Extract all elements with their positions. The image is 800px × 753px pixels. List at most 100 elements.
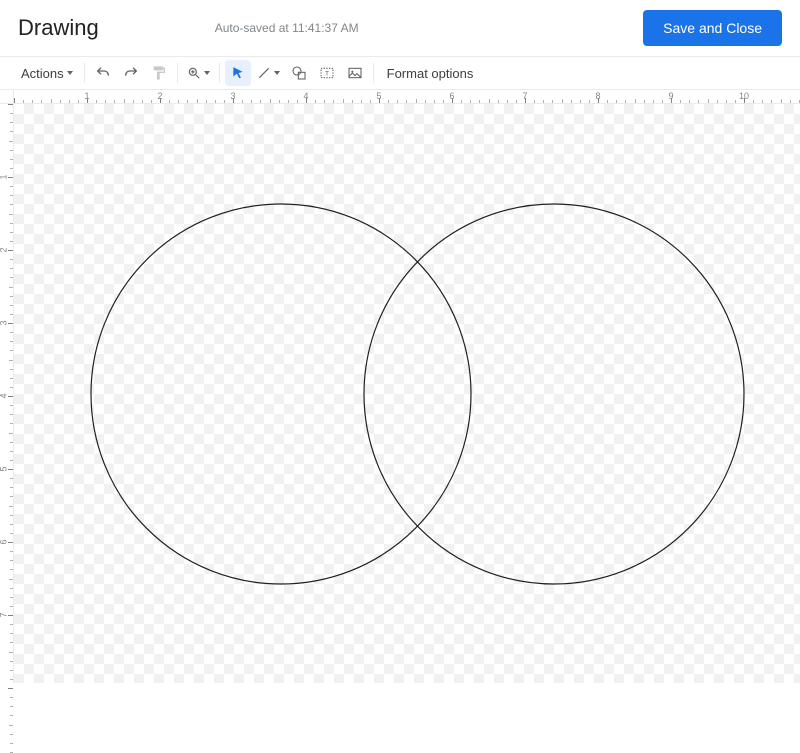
ruler-tick xyxy=(562,99,563,103)
ruler-tick xyxy=(10,551,13,552)
ruler-tick xyxy=(9,652,13,653)
ruler-tick xyxy=(708,99,709,103)
ruler-tick xyxy=(315,100,316,103)
ruler-tick xyxy=(10,661,13,662)
circle-shape-2[interactable] xyxy=(364,204,744,584)
ruler-tick xyxy=(124,99,125,103)
ruler-tick xyxy=(206,100,207,103)
ruler-label: 7 xyxy=(0,612,9,617)
ruler-tick xyxy=(10,204,13,205)
ruler-tick xyxy=(571,100,572,103)
canvas-svg xyxy=(14,104,800,683)
ruler-tick xyxy=(8,615,13,616)
ruler-tick xyxy=(498,100,499,103)
ruler-tick xyxy=(8,323,13,324)
ruler-tick xyxy=(580,100,581,103)
undo-button[interactable] xyxy=(90,60,116,86)
ruler-tick xyxy=(388,100,389,103)
ruler-tick xyxy=(10,560,13,561)
ruler-tick xyxy=(10,195,13,196)
ruler-label: 10 xyxy=(739,91,749,101)
ruler-tick xyxy=(10,606,13,607)
save-and-close-button[interactable]: Save and Close xyxy=(643,10,782,46)
ruler-tick xyxy=(142,100,143,103)
horizontal-ruler[interactable]: 12345678910 xyxy=(14,90,800,104)
ruler-tick xyxy=(32,100,33,103)
shape-tool-button[interactable] xyxy=(286,60,312,86)
ruler-tick xyxy=(10,487,13,488)
ruler-tick xyxy=(10,131,13,132)
ruler-tick xyxy=(8,469,13,470)
ruler-tick xyxy=(279,100,280,103)
ruler-label: 2 xyxy=(157,91,162,101)
redo-button[interactable] xyxy=(118,60,144,86)
ruler-tick xyxy=(397,100,398,103)
ruler-tick xyxy=(443,100,444,103)
ruler-label: 8 xyxy=(595,91,600,101)
ruler-tick xyxy=(10,715,13,716)
ruler-tick xyxy=(461,100,462,103)
paint-format-button[interactable] xyxy=(146,60,172,86)
ruler-tick xyxy=(197,99,198,103)
ruler-label: 2 xyxy=(0,247,9,252)
zoom-button[interactable] xyxy=(183,60,214,86)
ruler-tick xyxy=(680,100,681,103)
ruler-tick xyxy=(489,99,490,103)
ruler-tick xyxy=(9,506,13,507)
ruler-tick xyxy=(51,99,52,103)
cursor-icon xyxy=(231,66,245,80)
ruler-tick xyxy=(662,100,663,103)
toolbar-separator xyxy=(84,63,85,83)
actions-menu-button[interactable]: Actions xyxy=(13,60,79,86)
circle-shape-1[interactable] xyxy=(91,204,471,584)
ruler-tick xyxy=(9,141,13,142)
ruler-tick xyxy=(10,314,13,315)
ruler-tick xyxy=(10,113,13,114)
ruler-tick xyxy=(10,405,13,406)
ruler-tick xyxy=(242,100,243,103)
toolbar-separator xyxy=(177,63,178,83)
ruler-tick xyxy=(10,332,13,333)
dialog-title: Drawing xyxy=(18,15,99,41)
ruler-tick xyxy=(10,277,13,278)
format-options-button[interactable]: Format options xyxy=(379,60,482,86)
ruler-tick xyxy=(479,100,480,103)
drawing-canvas[interactable] xyxy=(14,104,800,683)
select-tool-button[interactable] xyxy=(225,60,251,86)
ruler-corner xyxy=(0,90,14,104)
ruler-tick xyxy=(260,100,261,103)
ruler-tick xyxy=(187,100,188,103)
ruler-tick xyxy=(10,597,13,598)
ruler-tick xyxy=(10,305,13,306)
vertical-ruler[interactable]: 1234567 xyxy=(0,104,14,683)
ruler-tick xyxy=(10,478,13,479)
ruler-tick xyxy=(10,186,13,187)
ruler-tick xyxy=(516,100,517,103)
ruler-tick xyxy=(96,100,97,103)
ruler-tick xyxy=(352,100,353,103)
ruler-tick xyxy=(470,100,471,103)
textbox-tool-button[interactable]: T xyxy=(314,60,340,86)
ruler-tick xyxy=(10,451,13,452)
ruler-tick xyxy=(644,100,645,103)
ruler-tick xyxy=(10,642,13,643)
ruler-tick xyxy=(735,100,736,103)
ruler-label: 5 xyxy=(0,466,9,471)
ruler-tick xyxy=(10,341,13,342)
ruler-tick xyxy=(8,177,13,178)
ruler-label: 6 xyxy=(449,91,454,101)
ruler-tick xyxy=(10,524,13,525)
ruler-tick xyxy=(543,100,544,103)
ruler-tick xyxy=(361,100,362,103)
ruler-tick xyxy=(215,100,216,103)
ruler-tick xyxy=(10,268,13,269)
toolbar-separator xyxy=(373,63,374,83)
ruler-tick xyxy=(251,100,252,103)
ruler-tick xyxy=(10,259,13,260)
ruler-tick xyxy=(10,296,13,297)
ruler-tick xyxy=(343,99,344,103)
image-tool-button[interactable] xyxy=(342,60,368,86)
ruler-tick xyxy=(169,100,170,103)
line-tool-button[interactable] xyxy=(253,60,284,86)
ruler-tick xyxy=(8,104,13,105)
